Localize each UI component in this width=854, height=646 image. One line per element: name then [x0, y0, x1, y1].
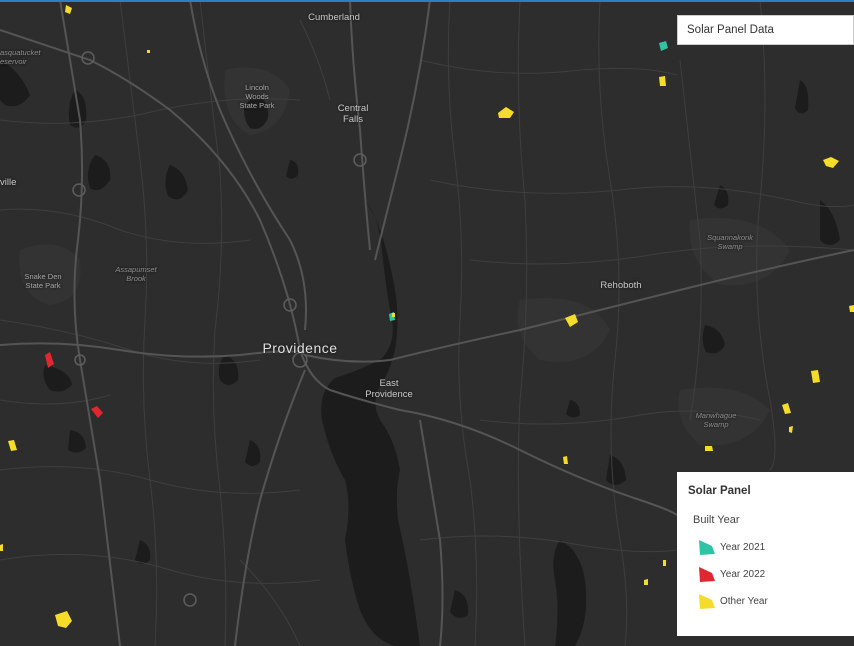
map-view[interactable]: Cumberland Central Falls Lincoln Woods S… [0, 0, 854, 646]
solar-panel-marker[interactable] [789, 426, 793, 433]
solar-panel-marker[interactable] [65, 5, 72, 14]
place-label-snake-den: Snake Den State Park [24, 272, 62, 290]
solar-panel-marker[interactable] [565, 314, 578, 327]
place-label-manwhague: Manwhague Swamp [695, 411, 737, 429]
legend-label-year-2022: Year 2022 [720, 568, 766, 580]
place-label-central-falls: Central Falls [337, 103, 369, 125]
place-label-east-providence: East Providence [365, 378, 413, 400]
legend-swatch-year-2021 [699, 540, 715, 555]
place-label-rehoboth: Rehoboth [600, 280, 642, 291]
solar-panel-marker[interactable] [823, 157, 839, 168]
legend-subtitle: Built Year [693, 514, 740, 526]
legend-title: Solar Panel [688, 485, 751, 497]
place-label-providence: Providence [262, 340, 338, 356]
solar-panel-marker[interactable] [705, 446, 713, 451]
solar-panel-marker[interactable] [663, 560, 666, 566]
layer-title-text: Solar Panel Data [687, 24, 774, 36]
layer-title-box[interactable]: Solar Panel Data [677, 15, 854, 45]
place-label-reservoir: asquatucket eservoir [0, 48, 41, 66]
solar-panel-marker[interactable] [45, 352, 54, 368]
legend-item-year-2022: Year 2022 [698, 564, 765, 584]
solar-panel-marker[interactable] [91, 406, 103, 418]
solar-panel-marker[interactable] [849, 305, 854, 312]
solar-panel-marker[interactable] [659, 76, 666, 86]
legend-item-other-year: Other Year [698, 591, 768, 611]
solar-panel-marker[interactable] [563, 456, 568, 464]
solar-panel-marker[interactable] [8, 440, 17, 451]
place-label-assapumset: Assapumset Brook [115, 265, 157, 283]
legend-label-other-year: Other Year [720, 595, 768, 607]
solar-panel-marker[interactable] [498, 107, 514, 118]
legend-swatch-year-2022 [699, 567, 715, 582]
solar-panel-marker[interactable] [659, 41, 668, 51]
legend-panel: Solar Panel Built Year Year 2021 Year 20… [677, 472, 854, 636]
solar-panel-marker[interactable] [811, 370, 820, 383]
solar-panel-marker[interactable] [782, 403, 791, 414]
legend-swatch-other-year [699, 594, 715, 609]
legend-item-year-2021: Year 2021 [698, 537, 765, 557]
top-accent-bar [0, 0, 854, 2]
place-label-squannakonk: Squannakonk Swamp [707, 233, 753, 251]
solar-panel-marker[interactable] [392, 313, 395, 317]
solar-panel-marker[interactable] [644, 579, 648, 585]
solar-panel-marker[interactable] [0, 544, 3, 551]
place-label-ville: ville [0, 177, 17, 188]
legend-label-year-2021: Year 2021 [720, 541, 766, 553]
place-label-lincoln-woods: Lincoln Woods State Park [239, 83, 275, 110]
place-label-cumberland: Cumberland [308, 12, 360, 23]
solar-panel-marker[interactable] [147, 50, 150, 53]
solar-panel-marker[interactable] [55, 611, 72, 628]
